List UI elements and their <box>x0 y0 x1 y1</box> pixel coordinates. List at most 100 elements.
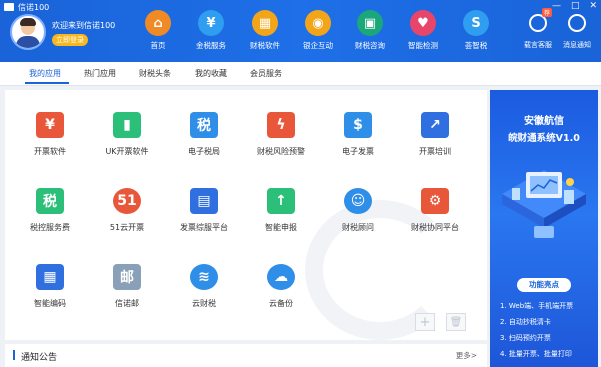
add-app-button[interactable]: + <box>415 313 435 331</box>
app-cloud-finance[interactable]: ≋ 云财税 <box>164 264 244 309</box>
app-51-cloud-invoice[interactable]: 51 51云开票 <box>87 188 167 233</box>
app-collaboration-platform[interactable]: ⚙ 财税协同平台 <box>395 188 475 233</box>
tax-service-icon: ¥ <box>198 10 224 36</box>
top-header: 信诺100 — □ ✕ 欢迎来到信诺100 立即登录 ⌂ 首页 ¥ 金税服务 ▦… <box>0 0 601 62</box>
tab-my-favorites[interactable]: 我的收藏 <box>195 68 227 79</box>
app-risk-warning[interactable]: ϟ 财税风险预警 <box>241 112 321 157</box>
tab-member-service[interactable]: 会员服务 <box>250 68 282 79</box>
consulting-icon: ▣ <box>357 10 383 36</box>
app-e-invoice[interactable]: $ 电子发票 <box>318 112 398 157</box>
software-icon: ▦ <box>252 10 278 36</box>
app-xinnuo-post[interactable]: 邮 信诺邮 <box>87 264 167 309</box>
collaboration-icon: ⚙ <box>421 188 449 214</box>
nav-home[interactable]: ⌂ 首页 <box>133 10 183 51</box>
app-label: 财税协同平台 <box>411 223 459 232</box>
app-invoice-platform[interactable]: ▤ 发票综服平台 <box>164 188 244 233</box>
nav-label: 财税软件 <box>250 41 280 50</box>
tax-fee-icon: 税 <box>36 188 64 214</box>
banner-illustration <box>502 170 586 238</box>
tab-finance-news[interactable]: 财税头条 <box>139 68 171 79</box>
window-controls: — □ ✕ <box>552 1 597 11</box>
app-logo-icon <box>4 3 14 11</box>
message-notice[interactable]: 消息通知 <box>555 14 599 50</box>
nav-tax-service[interactable]: ¥ 金税服务 <box>186 10 236 51</box>
app-e-tax-bureau[interactable]: 税 电子税局 <box>164 112 244 157</box>
notice-title: 通知公告 <box>21 353 58 363</box>
app-uk-invoice[interactable]: ▮ UK开票软件 <box>87 112 167 157</box>
barcode-icon: ▦ <box>36 264 64 290</box>
banner-subtitle: 皖财通系统V1.0 <box>508 133 580 144</box>
message-notice-label: 消息通知 <box>563 41 591 49</box>
feature-item: 2. 自动抄税清卡 <box>500 318 551 326</box>
home-icon: ⌂ <box>145 10 171 36</box>
app-label: 开票培训 <box>419 147 451 156</box>
app-label: 税控服务费 <box>30 223 70 232</box>
truck-icon: 邮 <box>113 264 141 290</box>
notice-section: 通知公告 更多> <box>5 344 487 367</box>
app-tax-advisor[interactable]: ☺ 财税顾问 <box>318 188 398 233</box>
close-button[interactable]: ✕ <box>589 1 597 11</box>
nav-smart-tax[interactable]: S 荟智税 <box>451 10 501 51</box>
customer-service-label: 载言客服 <box>524 41 552 49</box>
user-avatar[interactable] <box>10 14 46 50</box>
feature-item: 3. 扫码预约开票 <box>500 334 551 342</box>
app-title: 信诺100 <box>18 2 50 12</box>
app-invoice-training[interactable]: ↗ 开票培训 <box>395 112 475 157</box>
monitor-icon: ▤ <box>190 188 218 214</box>
notice-accent-bar <box>13 350 15 360</box>
feature-item: 1. Web端、手机端开票 <box>500 302 574 310</box>
maximize-button[interactable]: □ <box>571 1 580 11</box>
features-title: 功能亮点 <box>517 278 571 292</box>
minimize-button[interactable]: — <box>552 1 561 11</box>
tab-hot-apps[interactable]: 热门应用 <box>84 68 116 79</box>
declaration-icon: ↑ <box>267 188 295 214</box>
nav-finance-software[interactable]: ▦ 财税软件 <box>240 10 290 51</box>
app-label: 电子税局 <box>188 147 220 156</box>
app-tax-control-fee[interactable]: 税 税控服务费 <box>10 188 90 233</box>
bank-icon: ◉ <box>305 10 331 36</box>
smart-tax-icon: S <box>463 10 489 36</box>
delete-app-button[interactable]: 🗑 <box>446 313 466 331</box>
login-button[interactable]: 立即登录 <box>52 34 88 46</box>
app-cloud-backup[interactable]: ☁ 云备份 <box>241 264 321 309</box>
app-label: 云备份 <box>269 299 293 308</box>
welcome-text: 欢迎来到信诺100 <box>52 21 116 30</box>
app-smart-declaration[interactable]: ↑ 智能申报 <box>241 188 321 233</box>
nav-smart-detection[interactable]: ♥ 智能检测 <box>398 10 448 51</box>
app-label: 云财税 <box>192 299 216 308</box>
app-label: 51云开票 <box>109 223 145 232</box>
advisor-icon: ☺ <box>344 188 372 214</box>
nav-label: 银企互动 <box>303 41 333 50</box>
nav-label: 首页 <box>150 41 166 50</box>
app-label: 发票综服平台 <box>180 223 228 232</box>
active-tab-indicator <box>25 82 69 84</box>
app-label: 财税顾问 <box>342 223 374 232</box>
app-label: 开票软件 <box>34 147 66 156</box>
chat-icon <box>568 14 586 32</box>
customer-service[interactable]: 荐 载言客服 <box>516 8 560 50</box>
app-invoice-software[interactable]: ¥ 开票软件 <box>10 112 90 157</box>
app-label: UK开票软件 <box>105 147 149 156</box>
title-bar: 信诺100 <box>4 1 49 13</box>
nav-label: 财税咨询 <box>355 41 385 50</box>
feature-item: 4. 批量开票、批量打印 <box>500 350 572 358</box>
app-label: 智能申报 <box>265 223 297 232</box>
tab-my-apps[interactable]: 我的应用 <box>29 68 61 79</box>
notice-more-link[interactable]: 更多> <box>456 350 477 361</box>
app-smart-coding[interactable]: ▦ 智能编码 <box>10 264 90 309</box>
tax-icon: 税 <box>190 112 218 138</box>
app-grid-panel: ¥ 开票软件 ▮ UK开票软件 税 电子税局 ϟ 财税风险预警 $ 电子发票 ↗… <box>5 90 487 340</box>
cloud-invoice-icon: 51 <box>113 188 141 214</box>
invoice-icon: ¥ <box>36 112 64 138</box>
detection-icon: ♥ <box>410 10 436 36</box>
nav-label: 智能检测 <box>408 41 438 50</box>
nav-bank-interaction[interactable]: ◉ 银企互动 <box>293 10 343 51</box>
training-icon: ↗ <box>421 112 449 138</box>
nav-tax-consulting[interactable]: ▣ 财税咨询 <box>345 10 395 51</box>
banner-title: 安徽航信 <box>524 116 564 127</box>
warning-icon: ϟ <box>267 112 295 138</box>
app-label: 信诺邮 <box>115 299 139 308</box>
promo-banner[interactable]: 安徽航信 皖财通系统V1.0 功能亮点 1. Web端、手机端开票 2. 自动抄… <box>490 90 598 367</box>
e-invoice-icon: $ <box>344 112 372 138</box>
app-label: 财税风险预警 <box>257 147 305 156</box>
